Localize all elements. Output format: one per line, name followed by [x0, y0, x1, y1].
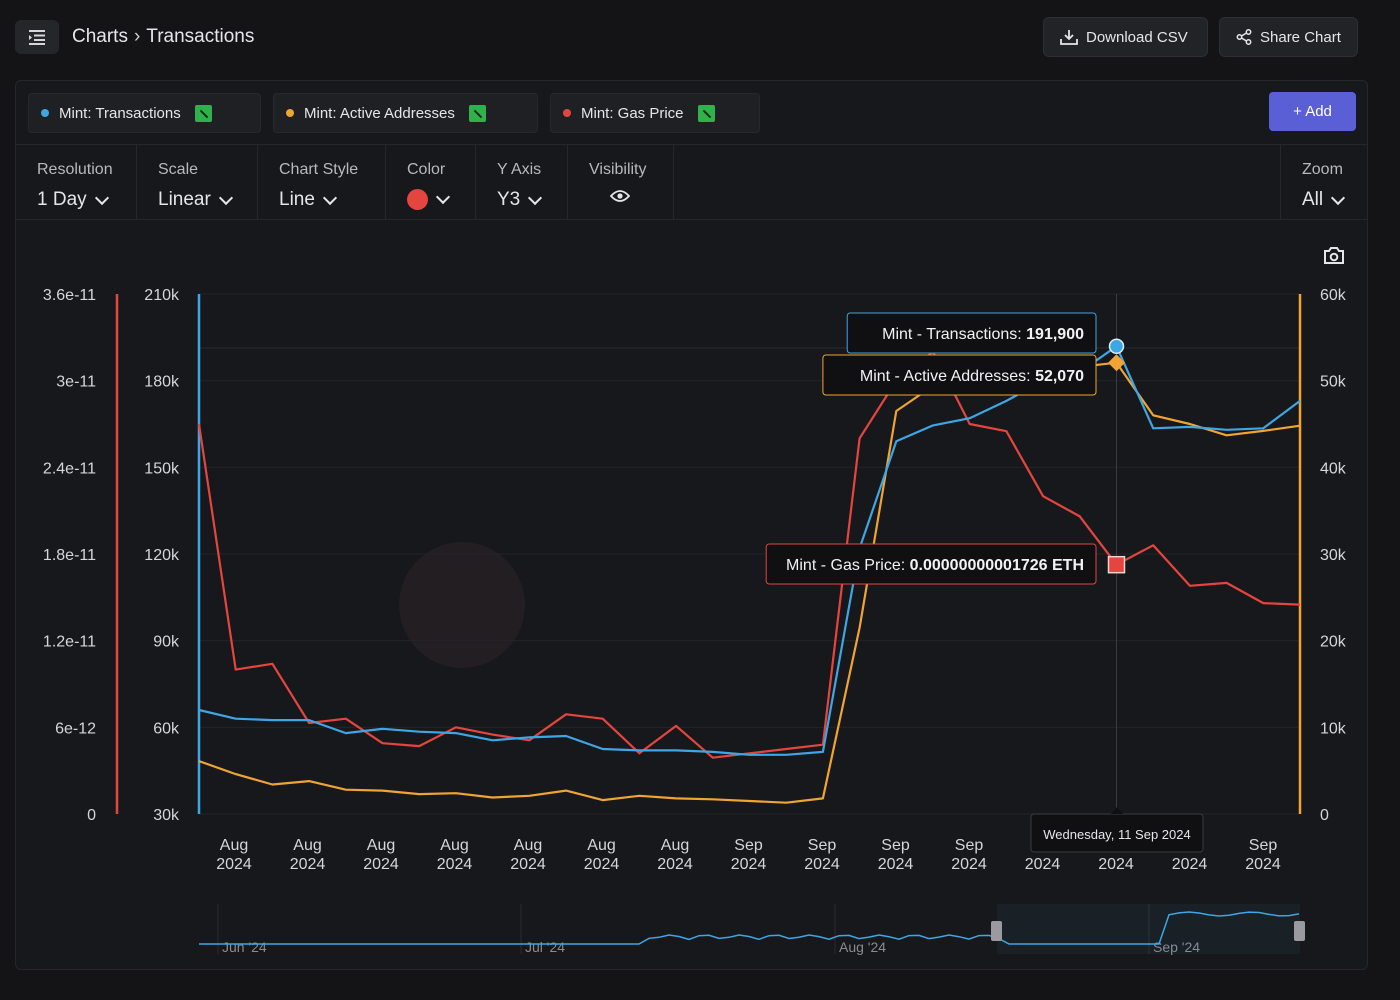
share-icon — [1236, 29, 1252, 45]
chart-style-label: Chart Style — [279, 161, 359, 178]
series-chip-label: Mint: Gas Price — [581, 104, 684, 122]
y-axis-control[interactable]: Y Axis Y3 — [476, 145, 568, 219]
chevron-down-icon — [218, 190, 233, 205]
zoom-label: Zoom — [1302, 161, 1343, 178]
zoom-control[interactable]: Zoom All — [1280, 145, 1367, 219]
add-series-button[interactable]: + Add — [1269, 92, 1356, 131]
chart-style-value: Line — [279, 189, 315, 210]
share-chart-button[interactable]: Share Chart — [1219, 17, 1358, 57]
trend-icon — [194, 104, 212, 122]
resolution-label: Resolution — [37, 161, 113, 178]
menu-collapse-icon — [29, 30, 45, 45]
camera-icon[interactable] — [1322, 246, 1346, 266]
chevron-down-icon — [435, 189, 451, 205]
series-color-dot — [41, 109, 49, 117]
series-color-dot — [563, 109, 571, 117]
y-axis-label: Y Axis — [497, 161, 542, 178]
color-label: Color — [407, 161, 446, 178]
color-swatch — [407, 189, 428, 210]
series-chip-transactions[interactable]: Mint: Transactions — [28, 93, 261, 133]
breadcrumb-parent[interactable]: Charts — [72, 26, 128, 48]
download-csv-label: Download CSV — [1086, 28, 1188, 46]
scale-label: Scale — [158, 161, 199, 178]
breadcrumb-separator: › — [133, 26, 141, 47]
zoom-value: All — [1302, 189, 1324, 210]
y-axis-value: Y3 — [497, 189, 521, 210]
series-chip-gas-price[interactable]: Mint: Gas Price — [550, 93, 760, 133]
chart-panel: Mint: Transactions Mint: Active Addresse… — [15, 80, 1368, 970]
top-bar: Charts › Transactions Download CSV Share… — [0, 0, 1400, 76]
series-color-dot — [286, 109, 294, 117]
chevron-down-icon — [94, 190, 109, 205]
breadcrumb: Charts › Transactions — [72, 26, 254, 48]
resolution-value: 1 Day — [37, 189, 87, 210]
trend-icon — [468, 104, 486, 122]
visibility-label: Visibility — [589, 161, 647, 178]
color-control[interactable]: Color — [386, 145, 476, 219]
chart-toolbar: Resolution 1 Day Scale Linear Chart Styl… — [16, 144, 1367, 220]
trend-icon — [697, 104, 715, 122]
download-csv-button[interactable]: Download CSV — [1043, 17, 1208, 57]
series-chip-label: Mint: Active Addresses — [304, 104, 455, 122]
share-chart-label: Share Chart — [1260, 28, 1341, 46]
download-icon — [1060, 30, 1078, 45]
scale-control[interactable]: Scale Linear — [137, 145, 258, 219]
scale-value: Linear — [158, 189, 211, 210]
breadcrumb-current: Transactions — [146, 26, 255, 47]
chevron-down-icon — [1331, 190, 1346, 205]
resolution-control[interactable]: Resolution 1 Day — [16, 145, 137, 219]
series-chip-label: Mint: Transactions — [59, 104, 181, 122]
menu-button[interactable] — [15, 20, 59, 54]
chevron-down-icon — [322, 190, 337, 205]
chevron-down-icon — [528, 190, 543, 205]
eye-icon — [610, 190, 630, 202]
chart-style-control[interactable]: Chart Style Line — [258, 145, 386, 219]
series-chip-active-addresses[interactable]: Mint: Active Addresses — [273, 93, 538, 133]
visibility-control[interactable]: Visibility — [568, 145, 674, 219]
